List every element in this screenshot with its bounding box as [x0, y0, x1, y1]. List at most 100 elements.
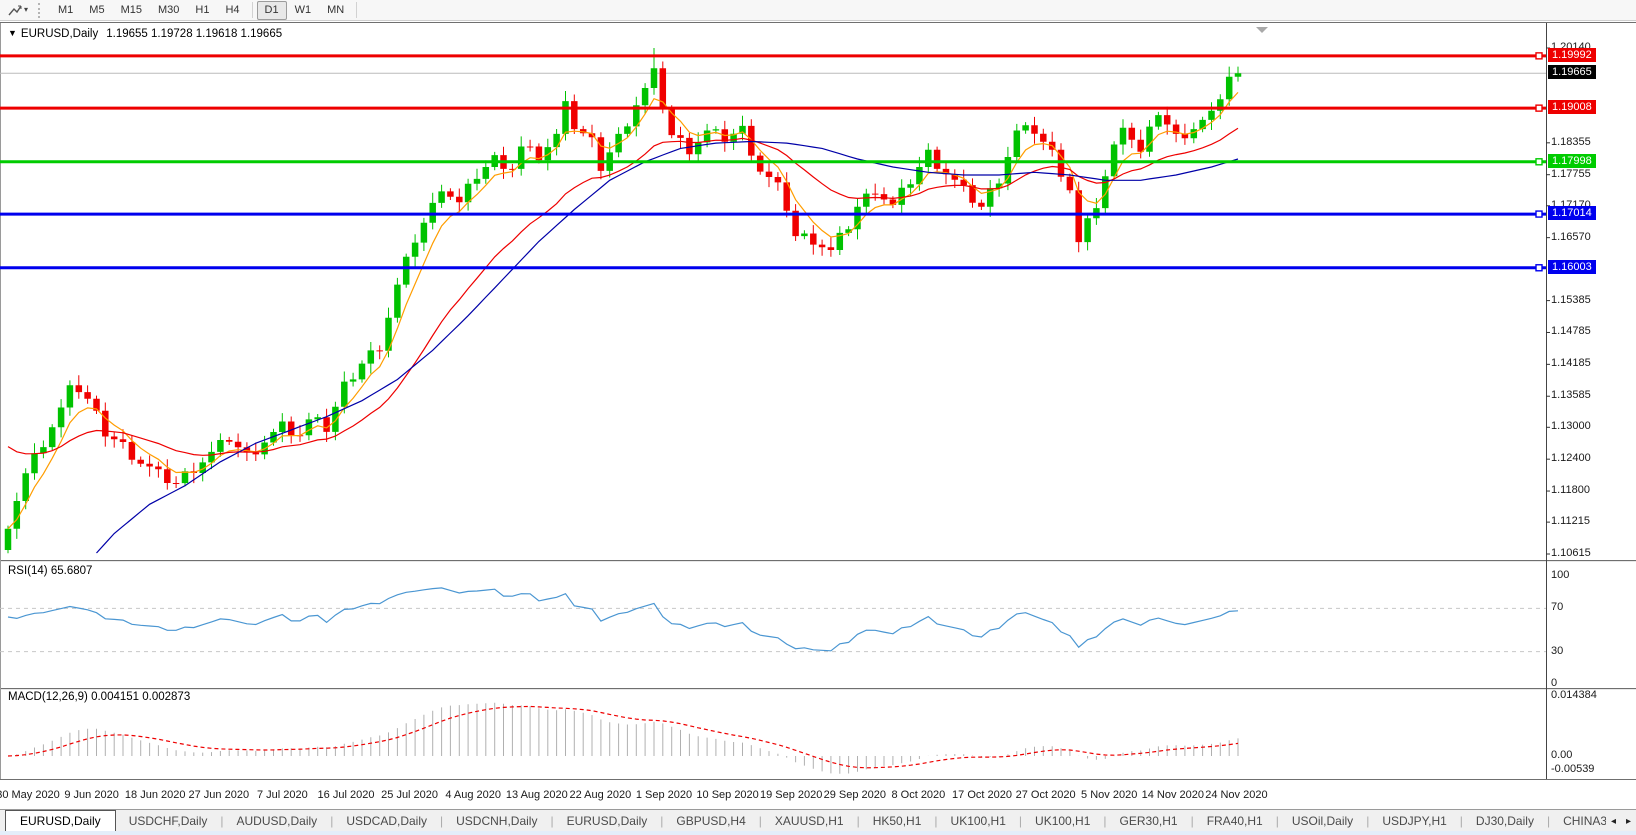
- tab-scroll-right[interactable]: ▸: [1621, 816, 1636, 827]
- macd-current-values: 0.004151 0.002873: [91, 691, 191, 703]
- x-axis-date-label: 17 Oct 2020: [952, 789, 1012, 801]
- chart-symbol-label: EURUSD,Daily: [20, 28, 99, 40]
- y-axis-tick-label: 1.14185: [1551, 357, 1591, 370]
- current-price-badge: 1.19665: [1548, 65, 1596, 80]
- rsi-current-value: 65.6807: [50, 565, 93, 577]
- x-axis-date-label: 5 Nov 2020: [1081, 789, 1138, 801]
- chart-tab-EURUSD-Daily[interactable]: EURUSD,Daily: [554, 812, 661, 830]
- x-axis-date-label: 13 Aug 2020: [505, 789, 568, 801]
- y-axis-tick-label: 1.15385: [1551, 293, 1591, 306]
- chevron-down-icon: ▾: [23, 5, 28, 14]
- rsi-axis-label: 70: [1551, 601, 1564, 614]
- macd-axis-label: -0.00539: [1551, 763, 1595, 775]
- y-axis-tick-label: 1.13585: [1551, 389, 1591, 402]
- x-axis-date-label: 19 Sep 2020: [759, 789, 823, 801]
- macd-axis-label: 0.00: [1551, 749, 1573, 761]
- price-line-label: 1.19008: [1548, 100, 1596, 115]
- x-axis-date-label: 14 Nov 2020: [1141, 789, 1204, 801]
- y-axis-tick-label: 1.11215: [1551, 515, 1590, 528]
- line-handle: [1535, 52, 1543, 60]
- timeframe-button-M5[interactable]: M5: [81, 1, 112, 20]
- chart-tab-USDCNH-Daily[interactable]: USDCNH,Daily: [443, 812, 550, 830]
- macd-indicator-label: MACD(12,26,9) 0.004151 0.002873: [8, 691, 190, 703]
- timeframe-button-M15[interactable]: M15: [113, 1, 150, 20]
- rsi-axis-label: 100: [1551, 569, 1570, 581]
- chart-tab-FRA40-H1[interactable]: FRA40,H1: [1194, 812, 1276, 830]
- macd-name: MACD(12,26,9): [8, 691, 88, 703]
- y-axis-tick-label: 1.18355: [1551, 135, 1591, 148]
- chart-tab-USOil-Daily[interactable]: USOil,Daily: [1279, 812, 1366, 830]
- price-line-label: 1.16003: [1548, 259, 1596, 274]
- rsi-axis-label: 30: [1551, 644, 1564, 657]
- macd-axis-label: 0.014384: [1551, 688, 1597, 701]
- line-handle: [1535, 264, 1543, 272]
- x-axis-date-label: 30 May 2020: [0, 789, 60, 801]
- rsi-name: RSI(14): [8, 565, 48, 577]
- chart-tool-button[interactable]: ▾: [2, 1, 34, 20]
- y-axis-tick-label: 1.14785: [1551, 325, 1591, 338]
- price-line-label: 1.17998: [1548, 153, 1596, 168]
- timeframe-button-W1[interactable]: W1: [287, 1, 320, 20]
- x-axis-date-label: 25 Jul 2020: [381, 789, 439, 801]
- y-axis-tick-label: 1.16570: [1551, 230, 1591, 243]
- chart-window[interactable]: ▼ EURUSD,Daily 1.19655 1.19728 1.19618 1.1…: [0, 22, 1636, 780]
- timeframe-button-H4[interactable]: H4: [217, 1, 247, 20]
- chart-tab-USDCHF-Daily[interactable]: USDCHF,Daily: [116, 812, 221, 830]
- toolbar-separator: [251, 2, 253, 18]
- timeframe-button-H1[interactable]: H1: [187, 1, 217, 20]
- x-axis-date-label: 7 Jul 2020: [257, 789, 308, 801]
- y-axis-tick-label: 1.12400: [1551, 452, 1591, 465]
- x-axis-date-label: 1 Sep 2020: [635, 789, 693, 801]
- price-line-label: 1.19992: [1548, 47, 1596, 62]
- y-axis-tick-label: 1.17755: [1551, 167, 1591, 180]
- x-axis-date-label: 8 Oct 2020: [891, 789, 946, 801]
- chart-tab-GER30-H1[interactable]: GER30,H1: [1107, 812, 1191, 830]
- timeframe-button-D1[interactable]: D1: [256, 0, 287, 20]
- line-handle: [1535, 158, 1543, 166]
- timeframe-button-MN[interactable]: MN: [319, 1, 352, 20]
- toolbar-drag-handle[interactable]: [38, 2, 44, 18]
- toolbar-separator: [356, 2, 358, 18]
- trendline-icon: [8, 5, 22, 15]
- main-chart-canvas[interactable]: [0, 23, 1636, 780]
- x-axis-date-label: 24 Nov 2020: [1205, 789, 1268, 801]
- chart-tab-USDJPY-H1[interactable]: USDJPY,H1: [1369, 812, 1459, 830]
- window-bottom-strip: [0, 831, 1636, 835]
- x-axis-date-label: 18 Jun 2020: [124, 789, 186, 801]
- x-axis-date-label: 16 Jul 2020: [317, 789, 375, 801]
- x-axis-date-label: 4 Aug 2020: [445, 789, 502, 801]
- x-axis-date-label: 27 Oct 2020: [1015, 789, 1076, 801]
- y-axis-tick-label: 1.10615: [1551, 546, 1591, 559]
- timeframe-button-group: M1 M5 M15 M30 H1 H4 D1 W1 MN: [50, 0, 361, 20]
- x-axis-date-label: 10 Sep 2020: [696, 789, 759, 801]
- chart-tab-USDCAD-Daily[interactable]: USDCAD,Daily: [333, 812, 440, 830]
- chart-tab-DJ30-Daily[interactable]: DJ30,Daily: [1463, 812, 1547, 830]
- chart-tab-HK50-H1[interactable]: HK50,H1: [860, 812, 935, 830]
- tab-scroll-left[interactable]: ◂: [1606, 816, 1621, 827]
- chart-tab-EURUSD-Daily[interactable]: EURUSD,Daily: [5, 810, 116, 832]
- collapse-caret-icon: ▼: [8, 28, 17, 38]
- x-axis-date-label: 9 Jun 2020: [64, 789, 119, 801]
- chart-title: ▼ EURUSD,Daily 1.19655 1.19728 1.19618 1.1…: [8, 28, 282, 40]
- rsi-indicator-label: RSI(14) 65.6807: [8, 565, 92, 577]
- chart-tab-bar: EURUSD,Daily USDCHF,Daily | AUDUSD,Daily | US…: [0, 809, 1636, 832]
- y-axis-tick-label: 1.13000: [1551, 420, 1591, 433]
- chart-tab-UK100-H1[interactable]: UK100,H1: [1022, 812, 1103, 830]
- line-handle: [1535, 210, 1543, 218]
- chart-tab-CHINA300-H1[interactable]: CHINA300,H1: [1550, 812, 1606, 830]
- timeframe-button-M1[interactable]: M1: [50, 1, 81, 20]
- top-toolbar: ▾ M1 M5 M15 M30 H1 H4 D1 W1 MN: [0, 0, 1636, 21]
- chart-tab-AUDUSD-Daily[interactable]: AUDUSD,Daily: [224, 812, 331, 830]
- line-handle: [1535, 104, 1543, 112]
- x-axis-date-label: 22 Aug 2020: [569, 789, 632, 801]
- x-axis-date-label: 29 Sep 2020: [823, 789, 886, 801]
- chart-tab-XAUUSD-H1[interactable]: XAUUSD,H1: [762, 812, 857, 830]
- rsi-axis-label: 0: [1551, 677, 1558, 689]
- chart-quote-values: 1.19655 1.19728 1.19618 1.19665: [106, 28, 283, 40]
- chart-tab-GBPUSD-H4[interactable]: GBPUSD,H4: [663, 812, 758, 830]
- y-axis-tick-label: 1.11800: [1551, 484, 1590, 497]
- timeframe-button-M30[interactable]: M30: [150, 1, 187, 20]
- chart-tab-UK100-H1[interactable]: UK100,H1: [938, 812, 1019, 830]
- x-axis-date-label: 27 Jun 2020: [188, 789, 250, 801]
- price-line-label: 1.17014: [1548, 206, 1596, 221]
